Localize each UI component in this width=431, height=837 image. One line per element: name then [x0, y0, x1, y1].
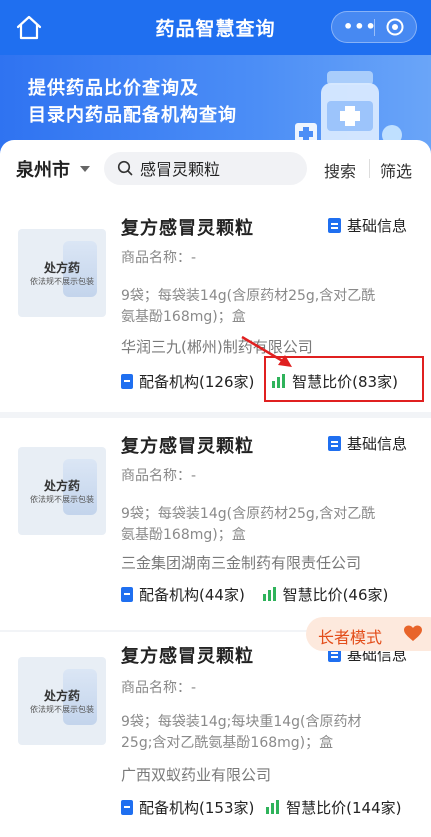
search-input[interactable] [140, 158, 300, 178]
manufacturer: 三金集团湖南三金制药有限责任公司 [121, 554, 362, 572]
product-name[interactable]: 复方感冒灵颗粒 [121, 214, 254, 240]
close-target-icon[interactable] [386, 18, 404, 36]
toolbar-divider [369, 159, 370, 178]
price-compare-label: 智慧比价(46家) [282, 586, 389, 604]
document-icon [328, 218, 341, 233]
card-actions: 配备机构(44家) 智慧比价(46家) [121, 584, 388, 605]
elder-mode-label: 长者模式 [318, 628, 383, 647]
price-compare-link[interactable]: 智慧比价(144家) [265, 797, 401, 818]
basic-info-link[interactable]: 基础信息 [328, 433, 407, 454]
search-bar-area: 泉州市 搜索 筛选 [0, 140, 431, 200]
rx-note: 依法规不展示包装 [30, 277, 94, 286]
price-compare-label: 智慧比价(144家) [286, 799, 402, 817]
banner-text: 提供药品比价查询及 目录内药品配备机构查询 [28, 75, 237, 129]
caret-down-icon[interactable] [80, 166, 90, 172]
filter-button[interactable]: 筛选 [380, 158, 412, 182]
product-name[interactable]: 复方感冒灵颗粒 [121, 642, 254, 668]
annotation-arrow-icon [241, 335, 292, 367]
rx-label: 处方药 [43, 689, 80, 703]
product-card[interactable]: 处方药 依法规不展示包装 复方感冒灵颗粒 基础信息 商品名称：- 9袋；每袋装1… [0, 418, 431, 630]
basic-info-label: 基础信息 [347, 217, 408, 235]
search-icon [117, 160, 133, 176]
search-button[interactable]: 搜索 [324, 158, 356, 182]
bar-chart-icon [262, 587, 276, 601]
rx-note: 依法规不展示包装 [30, 705, 94, 714]
rx-note: 依法规不展示包装 [30, 495, 94, 504]
city-selector[interactable]: 泉州市 [16, 156, 70, 182]
document-icon [328, 436, 341, 451]
product-trade-name: 商品名称：- [121, 680, 197, 696]
institutions-label: 配备机构(126家) [139, 373, 255, 391]
banner-line-2: 目录内药品配备机构查询 [28, 105, 237, 126]
product-spec: 9袋；每袋装14g(含原药材25g,含对乙酰 氨基酚168mg)；盒 [121, 286, 411, 328]
bar-chart-icon [266, 800, 280, 814]
list-icon [121, 374, 133, 389]
spec-line-2: 氨基酚168mg)；盒 [121, 527, 246, 543]
manufacturer: 广西双蚁药业有限公司 [121, 766, 272, 784]
banner-line-1: 提供药品比价查询及 [28, 78, 199, 99]
product-trade-name: 商品名称：- [121, 250, 197, 266]
spec-line-2: 25g;含对乙酰氨基酚168mg)；盒 [121, 735, 334, 751]
institutions-label: 配备机构(44家) [139, 586, 245, 604]
product-spec: 9袋；每袋装14g(含原药材25g,含对乙酰 氨基酚168mg)；盒 [121, 504, 411, 546]
institutions-link[interactable]: 配备机构(153家) [121, 797, 254, 818]
elder-mode-button[interactable]: 长者模式 [306, 617, 431, 651]
product-image-placeholder: 处方药 依法规不展示包装 [18, 447, 106, 535]
spec-line-1: 9袋；每袋装14g(含原药材25g,含对乙酰 [121, 506, 376, 522]
product-image-placeholder: 处方药 依法规不展示包装 [18, 657, 106, 745]
institutions-label: 配备机构(153家) [139, 799, 255, 817]
top-bar: 药品智慧查询 ••• [0, 0, 431, 55]
heart-icon [404, 625, 422, 641]
institutions-link[interactable]: 配备机构(44家) [121, 584, 245, 605]
rx-label: 处方药 [43, 261, 80, 275]
basic-info-link[interactable]: 基础信息 [328, 215, 407, 236]
rx-label: 处方药 [43, 479, 80, 493]
product-trade-name: 商品名称：- [121, 468, 197, 484]
institutions-link[interactable]: 配备机构(126家) [121, 371, 254, 392]
spec-line-1: 9袋；每袋装14g;每块重14g(含原药材 [121, 714, 362, 730]
product-list: 处方药 依法规不展示包装 复方感冒灵颗粒 基础信息 商品名称：- 9袋；每袋装1… [0, 200, 431, 837]
basic-info-label: 基础信息 [347, 435, 408, 453]
product-image-placeholder: 处方药 依法规不展示包装 [18, 229, 106, 317]
product-card[interactable]: 处方药 依法规不展示包装 复方感冒灵颗粒 基础信息 商品名称：- 9袋；每袋装1… [0, 632, 431, 837]
spec-line-2: 氨基酚168mg)；盒 [121, 309, 246, 325]
price-compare-link[interactable]: 智慧比价(46家) [262, 584, 389, 605]
card-actions: 配备机构(153家) 智慧比价(144家) [121, 797, 401, 818]
spec-line-1: 9袋；每袋装14g(含原药材25g,含对乙酰 [121, 288, 376, 304]
more-icon[interactable]: ••• [343, 17, 377, 36]
product-spec: 9袋；每袋装14g;每块重14g(含原药材 25g;含对乙酰氨基酚168mg)；… [121, 712, 411, 754]
capsule-divider [374, 19, 375, 36]
list-icon [121, 587, 133, 602]
list-icon [121, 800, 133, 815]
search-box[interactable] [104, 152, 307, 185]
mini-program-capsule: ••• [331, 11, 417, 43]
product-name[interactable]: 复方感冒灵颗粒 [121, 432, 254, 458]
